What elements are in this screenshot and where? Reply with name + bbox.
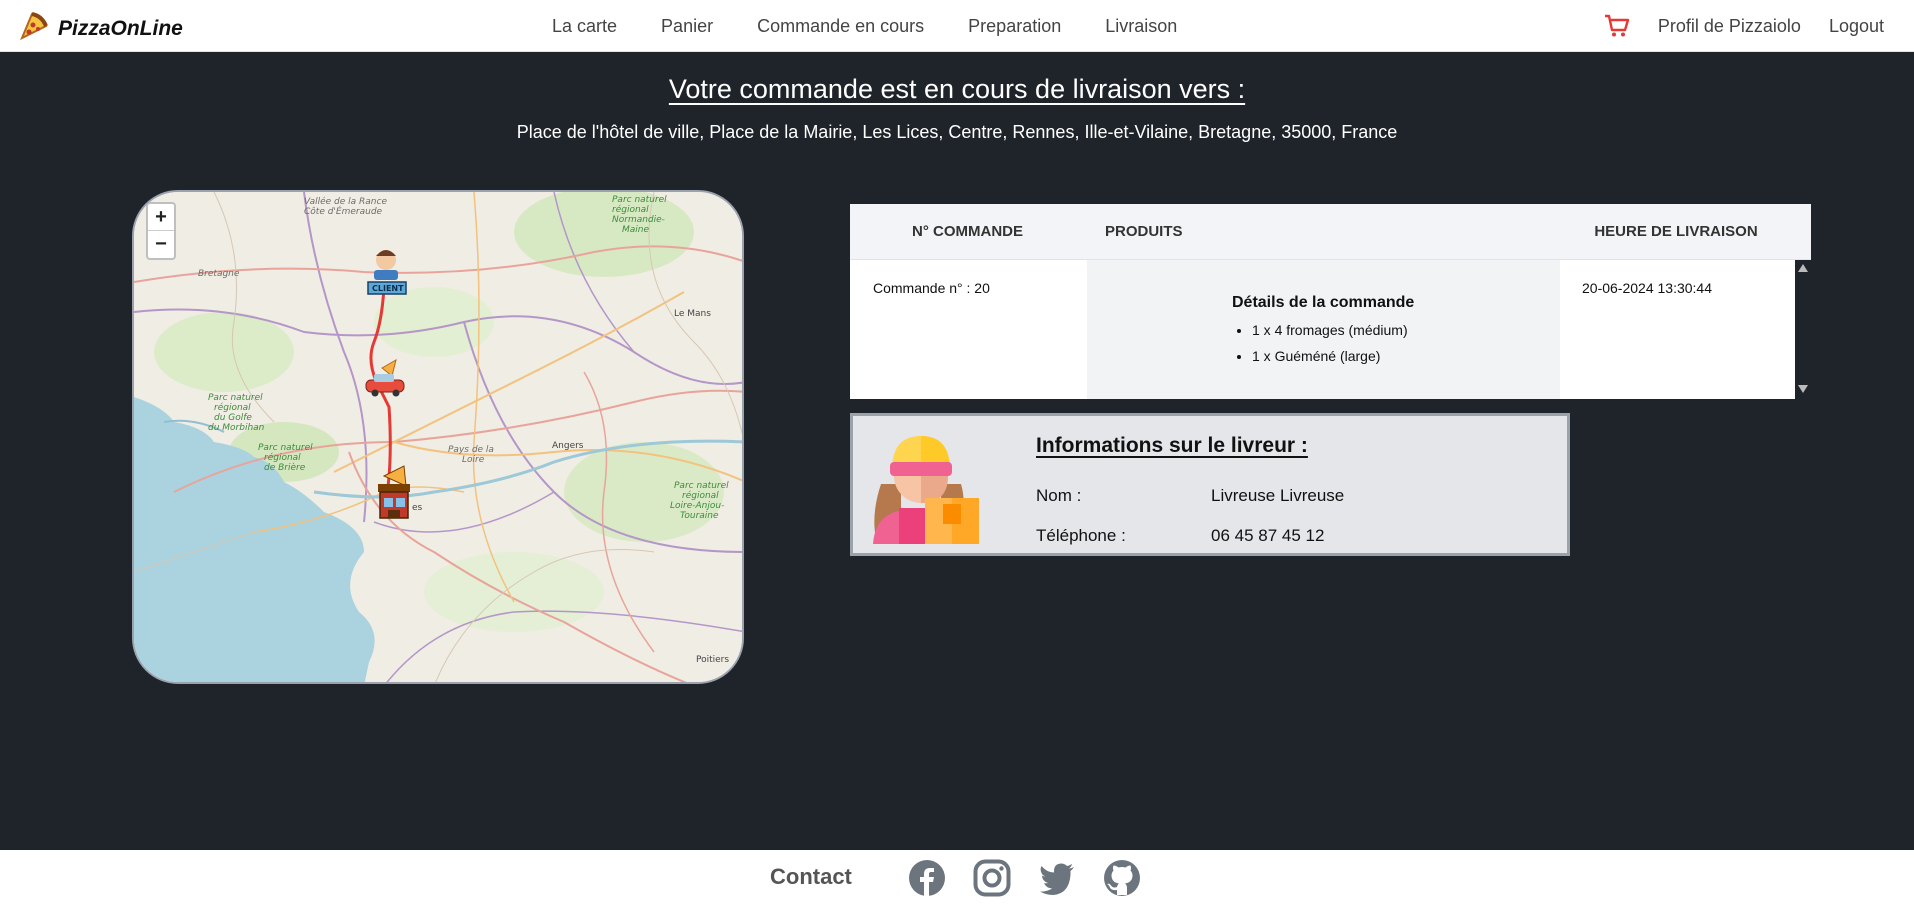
order-table: N° COMMANDE PRODUITS HEURE DE LIVRAISON … — [850, 204, 1811, 399]
svg-text:Parc naturel: Parc naturel — [258, 443, 313, 453]
svg-text:Bretagne: Bretagne — [198, 269, 240, 279]
svg-text:du Golfe: du Golfe — [214, 413, 252, 423]
github-icon[interactable] — [1103, 859, 1141, 897]
table-scrollbar[interactable] — [1795, 260, 1811, 399]
zoom-out-button[interactable]: − — [148, 231, 174, 258]
svg-text:Touraine: Touraine — [680, 511, 719, 521]
header-delivery-time: HEURE DE LIVRAISON — [1594, 223, 1758, 240]
nav-logout[interactable]: Logout — [1829, 16, 1884, 37]
main-nav: La carte Panier Commande en cours Prepar… — [552, 0, 1221, 52]
nav-livraison[interactable]: Livraison — [1105, 16, 1177, 37]
header-order-number: N° COMMANDE — [912, 223, 1023, 240]
scroll-up-icon[interactable] — [1798, 264, 1808, 272]
svg-text:Maine: Maine — [622, 225, 649, 235]
order-items: 1 x 4 fromages (médium) 1 x Guéméné (lar… — [1232, 322, 1560, 364]
cart-icon[interactable] — [1604, 14, 1630, 38]
svg-text:régional: régional — [214, 402, 251, 413]
svg-text:régional: régional — [682, 490, 719, 501]
nav-commande-en-cours[interactable]: Commande en cours — [757, 16, 924, 37]
list-item: 1 x Guéméné (large) — [1252, 348, 1560, 364]
brand-name: PizzaOnLine — [58, 16, 183, 40]
order-delivery-time: 20-06-2024 13:30:44 — [1582, 280, 1712, 296]
table-row: Commande n° : 20 Détails de la commande … — [850, 260, 1811, 399]
driver-info-card: Informations sur le livreur : Nom : Livr… — [850, 413, 1570, 556]
svg-text:es: es — [412, 503, 423, 513]
contact-label: Contact — [770, 864, 852, 889]
order-products: Détails de la commande 1 x 4 fromages (m… — [1087, 260, 1560, 399]
driver-phone-row: Téléphone : 06 45 87 45 12 — [1036, 526, 1324, 546]
driver-name-label: Nom : — [1036, 486, 1082, 505]
driver-phone-label: Téléphone : — [1036, 526, 1126, 545]
order-number: Commande n° : 20 — [873, 280, 990, 296]
driver-phone: 06 45 87 45 12 — [1211, 526, 1325, 545]
header-products: PRODUITS — [1105, 223, 1183, 240]
svg-text:Parc naturel: Parc naturel — [674, 481, 729, 491]
svg-text:Côte d'Émeraude: Côte d'Émeraude — [304, 205, 383, 217]
nav-panier[interactable]: Panier — [661, 16, 713, 37]
driver-info-title: Informations sur le livreur : — [1036, 434, 1308, 457]
svg-text:Vallée de la Rance: Vallée de la Rance — [304, 196, 387, 207]
facebook-icon[interactable] — [908, 859, 946, 897]
twitter-icon[interactable] — [1038, 859, 1076, 897]
client-badge: CLIENT — [372, 284, 404, 293]
delivery-woman-icon — [861, 424, 981, 549]
nav-profil[interactable]: Profil de Pizzaiolo — [1658, 16, 1801, 37]
svg-text:Loire: Loire — [462, 455, 485, 465]
order-details-title: Détails de la commande — [1232, 294, 1415, 311]
user-nav: Profil de Pizzaiolo Logout — [1604, 0, 1884, 52]
brand[interactable]: PizzaOnLine — [18, 10, 183, 47]
svg-text:Loire-Anjou-: Loire-Anjou- — [670, 501, 724, 511]
pizza-logo-icon — [18, 10, 50, 47]
svg-text:du Morbihan: du Morbihan — [208, 423, 265, 433]
list-item: 1 x 4 fromages (médium) — [1252, 322, 1560, 338]
navbar: PizzaOnLine La carte Panier Commande en … — [0, 0, 1914, 52]
footer: Contact — [0, 850, 1914, 904]
map-zoom-control: + − — [146, 202, 176, 260]
svg-text:Normandie-: Normandie- — [612, 215, 665, 225]
svg-text:régional: régional — [612, 204, 649, 215]
nav-preparation[interactable]: Preparation — [968, 16, 1061, 37]
zoom-in-button[interactable]: + — [148, 204, 174, 231]
svg-text:Parc naturel: Parc naturel — [612, 195, 667, 205]
svg-text:Poitiers: Poitiers — [696, 655, 729, 665]
svg-text:Angers: Angers — [552, 441, 584, 451]
delivery-title: Votre commande est en cours de livraison… — [668, 74, 1246, 104]
order-table-header: N° COMMANDE PRODUITS HEURE DE LIVRAISON — [850, 204, 1811, 260]
svg-text:régional: régional — [264, 452, 301, 463]
driver-name-row: Nom : Livreuse Livreuse — [1036, 486, 1344, 506]
svg-text:Parc naturel: Parc naturel — [208, 393, 263, 403]
svg-text:Pays de la: Pays de la — [448, 445, 494, 455]
delivery-map[interactable]: Vallée de la Rance Côte d'Émeraude Breta… — [132, 190, 744, 684]
instagram-icon[interactable] — [973, 859, 1011, 897]
driver-name: Livreuse Livreuse — [1211, 486, 1345, 505]
svg-text:Le Mans: Le Mans — [674, 309, 711, 319]
scroll-down-icon[interactable] — [1798, 385, 1808, 393]
nav-la-carte[interactable]: La carte — [552, 16, 617, 37]
svg-text:de Brière: de Brière — [264, 462, 306, 473]
delivery-address: Place de l'hôtel de ville, Place de la M… — [516, 122, 1398, 142]
